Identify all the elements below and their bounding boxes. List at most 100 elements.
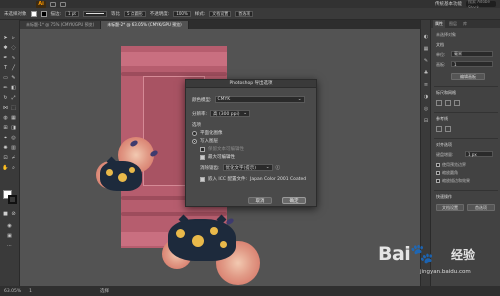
grid-icon[interactable] [445,100,451,106]
swatches-panel-icon[interactable]: ▦ [423,46,429,52]
cancel-button[interactable]: 取消 [248,197,272,204]
stroke-profile-select[interactable] [82,10,107,17]
ok-button[interactable]: 确定 [282,197,306,204]
mesh-tool-icon[interactable]: ⊞ [2,124,9,131]
zoom-level[interactable]: 63.05% [4,289,21,294]
guides-section-title: 参考线 [436,116,448,121]
draw-mode-icon[interactable]: ◉ [6,222,13,229]
symbol-sprayer-tool-icon[interactable]: ✺ [2,144,9,151]
artboard-select[interactable]: 1 [451,61,493,67]
bridge-icon[interactable] [50,1,56,7]
artboard-tool-icon[interactable]: ⊡ [2,154,9,161]
type-tool-icon[interactable]: T [2,64,9,71]
magic-wand-tool-icon[interactable]: ✱ [2,44,9,51]
smart-guides-icon[interactable] [445,126,451,132]
ruler-icon[interactable] [436,100,442,106]
stroke-swatch[interactable] [40,10,47,17]
opacity-field[interactable]: 100% [173,10,191,17]
max-editability-checkbox[interactable] [200,154,205,160]
transparency-panel-icon[interactable]: ◑ [423,94,429,100]
screen-mode-icon[interactable]: ▣ [6,232,13,239]
doc-setup-button[interactable]: 文档设置 [209,10,232,17]
antialias-select[interactable]: 优化文字(提示) ⌄ [222,164,273,171]
blend-tool-icon[interactable]: ◎ [10,134,17,141]
pig-illustration[interactable] [168,214,236,261]
workspace-switcher[interactable]: 传统基本功能 [435,1,462,7]
direct-selection-tool-icon[interactable]: ▹ [10,34,17,41]
unit-select[interactable]: 毫米 [451,51,493,57]
keyboard-increment-field[interactable]: 1 px [465,151,493,157]
app-logo: Ai [36,0,46,8]
pixel-grid-icon[interactable] [454,100,460,106]
color-mode-icon[interactable]: ■ [2,210,9,217]
flat-image-option[interactable]: 平面化图像 [192,130,223,136]
align-panel-icon[interactable]: ⊟ [423,118,429,124]
stroke-panel-icon[interactable]: ≡ [423,82,429,88]
pencil-tool-icon[interactable]: ✏ [2,84,9,91]
fill-swatch[interactable] [30,10,37,17]
more-tools-icon[interactable]: ⋯ [6,242,13,249]
hand-tool-icon[interactable]: ✋ [2,164,9,171]
appearance-panel-icon[interactable]: ◎ [423,106,429,112]
shape-builder-tool-icon[interactable]: ◍ [2,114,9,121]
tab-properties[interactable]: 属性 [433,20,445,28]
flat-image-radio[interactable] [192,130,197,136]
resolution-select[interactable]: 高 (300 ppi) ⌄ [210,110,251,117]
symbols-panel-icon[interactable]: ♣ [423,70,429,76]
pig-illustration[interactable] [100,156,142,191]
write-layers-radio[interactable] [192,138,197,144]
scale-tool-icon[interactable]: ⤢ [10,94,17,101]
slice-tool-icon[interactable]: ⌿ [10,154,17,161]
rotate-tool-icon[interactable]: ↻ [2,94,9,101]
guides-icon[interactable] [436,126,442,132]
panel-preferences-button[interactable]: 首选项 [467,204,495,211]
preserve-text-checkbox[interactable] [200,146,205,152]
preview-bounds-checkbox[interactable] [436,163,440,167]
rectangle-tool-icon[interactable]: ▭ [2,74,9,81]
selection-status: 未选择对象 [4,11,27,17]
scale-strokes-option[interactable]: 缩放描边和效果 [436,178,470,184]
tab-layers[interactable]: 图层 [447,21,459,27]
selection-tool-icon[interactable]: ➤ [2,34,9,41]
preview-bounds-option[interactable]: 使用预览边界 [436,162,466,168]
brushes-panel-icon[interactable]: ✎ [423,58,429,64]
scale-corners-checkbox[interactable] [436,171,440,175]
keyboard-increment-label: 键盘增量: [436,152,454,157]
stroke-weight-field[interactable]: 1 pt [65,10,79,17]
tab-libraries[interactable]: 库 [461,21,469,27]
paintbrush-tool-icon[interactable]: ✎ [10,74,17,81]
scale-corners-option[interactable]: 缩放圆角 [436,170,458,176]
color-panel-icon[interactable]: ◐ [423,34,429,40]
write-layers-option[interactable]: 写入图层 [192,138,218,144]
info-icon[interactable]: ⓘ [276,165,281,171]
max-editability-option[interactable]: 最大可编辑性 [200,154,235,160]
zoom-tool-icon[interactable]: ⌕ [10,164,17,171]
none-mode-icon[interactable]: ⊘ [10,210,17,217]
preserve-text-option[interactable]: 保留文本可编辑性 [200,146,244,152]
brush-select[interactable]: 5 点圆形 [123,10,146,17]
stock-search-input[interactable]: 搜索 Adobe Stock [466,0,496,10]
lasso-tool-icon[interactable]: ◌ [10,44,17,51]
embed-icc-option[interactable]: 嵌入 ICC 配置文件: Japan Color 2001 Coated [200,176,306,182]
free-transform-tool-icon[interactable]: ⬚ [10,104,17,111]
pen-tool-icon[interactable]: ✒ [2,54,9,61]
edit-artboard-button[interactable]: 编辑画板 [451,73,485,80]
arrange-icon[interactable] [60,1,66,7]
document-tab-1[interactable]: 未标题-1* @ 75% (CMYK/GPU 预览) [20,21,102,29]
artboard-navigator[interactable]: 1 [29,289,32,294]
line-tool-icon[interactable]: ╱ [10,64,17,71]
document-tab-2[interactable]: 未标题-2* @ 63.05% (CMYK/GPU 预览) [101,21,189,29]
perspective-grid-tool-icon[interactable]: ▦ [10,114,17,121]
stroke-color-box[interactable] [8,195,17,204]
preferences-button[interactable]: 首选项 [235,10,254,17]
curvature-tool-icon[interactable]: ∿ [10,54,17,61]
width-tool-icon[interactable]: ⋈ [2,104,9,111]
gradient-tool-icon[interactable]: ◨ [10,124,17,131]
scale-strokes-checkbox[interactable] [436,179,440,183]
document-settings-button[interactable]: 文档设置 [436,204,464,211]
embed-icc-checkbox[interactable] [200,176,205,182]
eraser-tool-icon[interactable]: ◧ [10,84,17,91]
color-model-select[interactable]: CMYK ⌄ [214,96,305,103]
eyedropper-tool-icon[interactable]: ⌖ [2,134,9,141]
column-graph-tool-icon[interactable]: ▥ [10,144,17,151]
